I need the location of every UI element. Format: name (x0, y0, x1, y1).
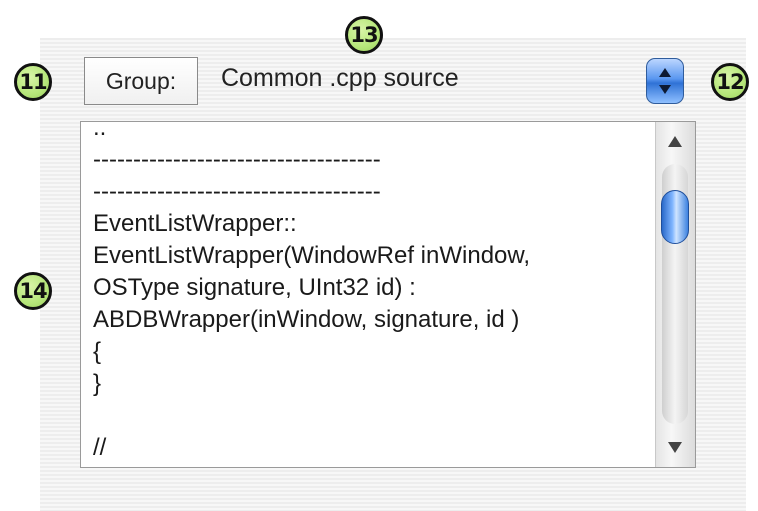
stepper-up-arrow-icon[interactable] (659, 68, 671, 77)
scroll-down-arrow-icon[interactable] (668, 442, 682, 453)
callout-12: 12 (711, 63, 749, 101)
callout-11: 11 (14, 63, 52, 101)
callout-14: 14 (14, 272, 52, 310)
source-text-area[interactable]: .. ------------------------------------ … (80, 121, 696, 468)
group-name: Common .cpp source (221, 64, 459, 92)
stepper-down-arrow-icon[interactable] (659, 85, 671, 94)
group-button[interactable]: Group: (84, 57, 198, 105)
callout-13: 13 (345, 16, 383, 54)
group-stepper-icon[interactable] (646, 58, 684, 104)
scroll-up-arrow-icon[interactable] (668, 136, 682, 147)
vertical-scrollbar[interactable] (655, 122, 695, 467)
scroll-thumb[interactable] (661, 190, 689, 244)
source-text[interactable]: .. ------------------------------------ … (93, 122, 653, 464)
